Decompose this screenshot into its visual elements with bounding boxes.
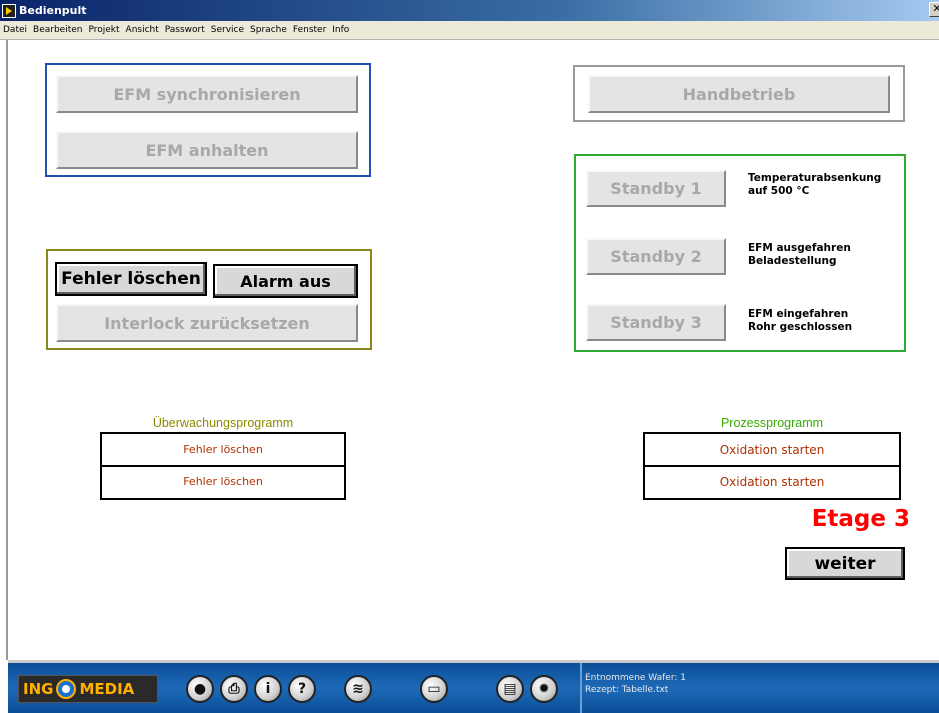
standby-2-button[interactable]: Standby 2 — [586, 238, 726, 275]
menu-projekt[interactable]: Projekt — [85, 25, 122, 35]
process-title: Prozessprogramm — [720, 416, 824, 430]
menu-ansicht[interactable]: Ansicht — [123, 25, 162, 35]
window-title: Bedienpult — [19, 4, 87, 17]
alarm-off-button[interactable]: Alarm aus — [213, 264, 358, 298]
logo-circle-icon — [56, 679, 77, 699]
next-button[interactable]: weiter — [785, 547, 905, 580]
standby-2-note-line1: EFM ausgefahren — [748, 242, 851, 254]
record-icon[interactable]: ● — [186, 675, 214, 703]
etage-label: Etage 3 — [811, 506, 910, 532]
standby-3-button[interactable]: Standby 3 — [586, 304, 726, 341]
window-left-border — [0, 40, 8, 660]
clear-errors-button[interactable]: Fehler löschen — [55, 262, 207, 296]
app-icon — [2, 3, 16, 18]
standby-1-button[interactable]: Standby 1 — [586, 170, 726, 207]
close-icon[interactable]: ✕ — [929, 2, 939, 17]
menu-service[interactable]: Service — [208, 25, 247, 35]
monitoring-title: Überwachungsprogramm — [152, 416, 294, 430]
standby-1-note-line1: Temperaturabsenkung — [748, 172, 882, 184]
film-icon[interactable]: ▭ — [420, 675, 448, 703]
interlock-reset-button[interactable]: Interlock zurücksetzen — [56, 304, 358, 342]
status-separator — [580, 663, 582, 713]
menu-fenster[interactable]: Fenster — [290, 25, 329, 35]
standby-3-note-line1: EFM eingefahren — [748, 308, 849, 320]
recipe-text: Rezept: Tabelle.txt — [585, 685, 669, 695]
logo-text-left: ING — [23, 680, 54, 698]
manual-mode-button[interactable]: Handbetrieb — [588, 75, 890, 113]
menu-sprache[interactable]: Sprache — [247, 25, 290, 35]
process-item[interactable]: Oxidation starten — [645, 434, 899, 465]
monitoring-item[interactable]: Fehler löschen — [102, 465, 344, 496]
bottom-toolbar: ING MEDIA ● ⎙ i ? ≋ ▭ ▤ ✹ Entnommene Waf… — [8, 660, 939, 713]
ingmedia-logo: ING MEDIA — [18, 675, 158, 703]
standby-1-note-line2: auf 500 °C — [748, 185, 810, 197]
menu-info[interactable]: Info — [329, 25, 352, 35]
efm-stop-button[interactable]: EFM anhalten — [56, 131, 358, 169]
menu-bearbeiten[interactable]: Bearbeiten — [30, 25, 85, 35]
title-bar: Bedienpult ✕ — [0, 0, 939, 21]
standby-2-note: EFM ausgefahren Beladestellung — [748, 242, 851, 268]
gear-icon[interactable]: ✹ — [530, 675, 558, 703]
wafer-count-text: Entnommene Wafer: 1 — [585, 673, 687, 683]
menu-passwort[interactable]: Passwort — [162, 25, 208, 35]
standby-3-note: EFM eingefahren Rohr geschlossen — [748, 308, 852, 334]
printer-icon[interactable]: ⎙ — [220, 675, 248, 703]
monitoring-list: Fehler löschen Fehler löschen — [100, 432, 346, 500]
layers-icon[interactable]: ≋ — [344, 675, 372, 703]
efm-sync-button[interactable]: EFM synchronisieren — [56, 75, 358, 113]
standby-1-note: Temperaturabsenkung auf 500 °C — [748, 172, 881, 198]
menu-datei[interactable]: Datei — [0, 25, 30, 35]
status-area: Entnommene Wafer: 1 Rezept: Tabelle.txt — [585, 672, 686, 696]
document-icon[interactable]: ▤ — [496, 675, 524, 703]
menu-bar: Datei Bearbeiten Projekt Ansicht Passwor… — [0, 21, 939, 40]
info-icon[interactable]: i — [254, 675, 282, 703]
monitoring-item[interactable]: Fehler löschen — [102, 434, 344, 465]
process-list: Oxidation starten Oxidation starten — [643, 432, 901, 500]
standby-3-note-line2: Rohr geschlossen — [748, 321, 853, 333]
help-icon[interactable]: ? — [288, 675, 316, 703]
standby-2-note-line2: Beladestellung — [748, 255, 837, 267]
logo-text-right: MEDIA — [79, 680, 135, 698]
process-item[interactable]: Oxidation starten — [645, 465, 899, 496]
